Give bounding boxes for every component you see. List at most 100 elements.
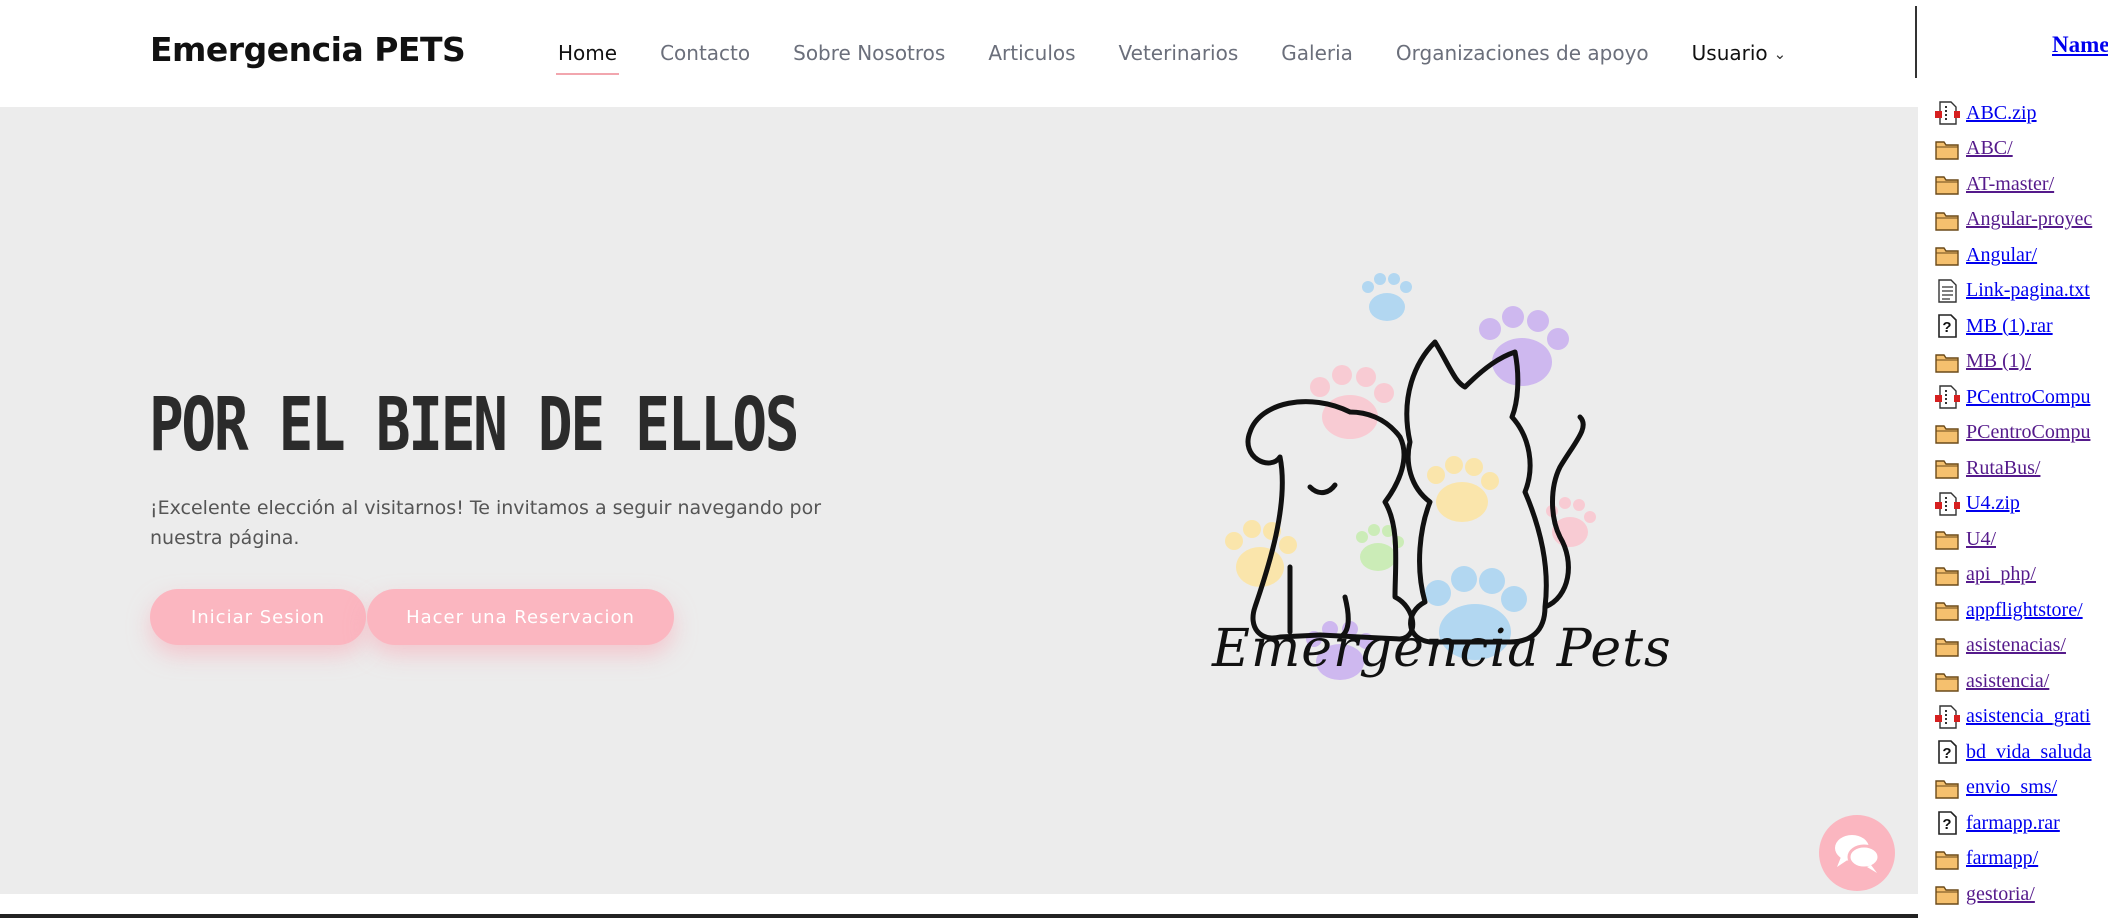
- file-list-item: Angular/: [1934, 240, 2037, 270]
- file-link[interactable]: ABC/: [1966, 137, 2013, 160]
- file-link[interactable]: PCentroCompu: [1966, 386, 2090, 409]
- file-link[interactable]: Angular-proyec: [1966, 208, 2092, 231]
- chat-bubbles-icon: [1835, 835, 1881, 873]
- file-link[interactable]: Link-pagina.txt: [1966, 279, 2090, 302]
- file-link[interactable]: PCentroCompu: [1966, 421, 2090, 444]
- folder-icon: [1934, 136, 1960, 162]
- nav-sobre-nosotros[interactable]: Sobre Nosotros: [793, 41, 945, 65]
- file-link[interactable]: MB (1).rar: [1966, 315, 2053, 338]
- folder-icon: [1934, 207, 1960, 233]
- file-list-item: farmapp/: [1934, 844, 2038, 874]
- folder-icon: [1934, 597, 1960, 623]
- text-file-icon: [1934, 278, 1960, 304]
- file-link[interactable]: RutaBus/: [1966, 457, 2040, 480]
- file-link[interactable]: Angular/: [1966, 244, 2037, 267]
- main-nav: Home Contacto Sobre Nosotros Articulos V…: [555, 38, 1829, 75]
- nav-veterinarios[interactable]: Veterinarios: [1119, 41, 1239, 65]
- file-link[interactable]: envio_sms/: [1966, 776, 2057, 799]
- svg-text:?: ?: [1942, 745, 1951, 762]
- file-link[interactable]: AT-master/: [1966, 173, 2054, 196]
- login-button[interactable]: Iniciar Sesion: [150, 589, 366, 645]
- folder-icon: [1934, 420, 1960, 446]
- file-list-item: MB (1)/: [1934, 347, 2031, 377]
- file-list-item: RutaBus/: [1934, 453, 2040, 483]
- file-link[interactable]: farmapp/: [1966, 847, 2038, 870]
- svg-text:?: ?: [1942, 319, 1951, 336]
- unknown-file-icon: ?: [1934, 313, 1960, 339]
- nav-articulos[interactable]: Articulos: [988, 41, 1075, 65]
- file-link[interactable]: U4/: [1966, 528, 1996, 551]
- brand-logo-text[interactable]: Emergencia PETS: [150, 30, 466, 69]
- nav-home[interactable]: Home: [555, 41, 620, 75]
- nav-contacto[interactable]: Contacto: [660, 41, 750, 65]
- nav-galeria[interactable]: Galeria: [1281, 41, 1353, 65]
- file-list-item: ABC/: [1934, 134, 2013, 164]
- compressed-file-icon: [1934, 384, 1960, 410]
- unknown-file-icon: ?: [1934, 810, 1960, 836]
- logo-wordmark: Emergencia Pets: [1212, 619, 1672, 679]
- folder-icon: [1934, 526, 1960, 552]
- file-link[interactable]: ABC.zip: [1966, 102, 2037, 125]
- compressed-file-icon: [1934, 100, 1960, 126]
- file-list-item: Link-pagina.txt: [1934, 276, 2090, 306]
- file-list-item: gestoria/: [1934, 879, 2035, 909]
- frame-divider: [1915, 6, 1917, 78]
- hero-title: POR EL BIEN DE ELLOS: [149, 382, 800, 468]
- file-link[interactable]: gestoria/: [1966, 883, 2035, 906]
- file-list-item: ABC.zip: [1934, 98, 2037, 128]
- folder-icon: [1934, 562, 1960, 588]
- folder-icon: [1934, 633, 1960, 659]
- nav-usuario-label: Usuario: [1691, 41, 1768, 65]
- chat-button[interactable]: [1819, 815, 1895, 891]
- compressed-file-icon: [1934, 704, 1960, 730]
- folder-icon: [1934, 881, 1960, 907]
- file-list-item: api_php/: [1934, 560, 2036, 590]
- paw-print-yellow-left-icon: [1225, 520, 1297, 587]
- file-list-item: asistenacias/: [1934, 631, 2066, 661]
- file-list-item: ? MB (1).rar: [1934, 311, 2053, 341]
- nav-organizaciones[interactable]: Organizaciones de apoyo: [1396, 41, 1649, 65]
- folder-icon: [1934, 668, 1960, 694]
- paw-print-blue-top-icon: [1362, 273, 1412, 321]
- folder-icon: [1934, 349, 1960, 375]
- file-link[interactable]: asistencia_grati: [1966, 705, 2090, 728]
- name-column-header[interactable]: Name: [2052, 32, 2108, 58]
- file-list-item: U4.zip: [1934, 489, 2020, 519]
- file-list-item: asistencia_grati: [1934, 702, 2090, 732]
- file-list-item: appflightstore/: [1934, 595, 2083, 625]
- chevron-down-icon: ⌄: [1773, 45, 1787, 63]
- directory-listing: Name ABC.zip ABC/AT-master/Angular-proyec…: [1918, 0, 2108, 918]
- reservation-button[interactable]: Hacer una Reservacion: [367, 589, 674, 645]
- svg-text:?: ?: [1942, 816, 1951, 833]
- dog-outline-icon: [1245, 399, 1416, 642]
- file-link[interactable]: asistencia/: [1966, 670, 2049, 693]
- paw-print-yellow-center-icon: [1427, 456, 1499, 522]
- folder-icon: [1934, 455, 1960, 481]
- file-list-item: asistencia/: [1934, 666, 2049, 696]
- file-list-item: PCentroCompu: [1934, 418, 2090, 448]
- paw-print-purple-top-icon: [1479, 306, 1569, 386]
- file-list-item: PCentroCompu: [1934, 382, 2090, 412]
- file-list-item: Angular-proyec: [1934, 205, 2092, 235]
- file-link[interactable]: U4.zip: [1966, 492, 2020, 515]
- file-link[interactable]: farmapp.rar: [1966, 812, 2060, 835]
- file-link[interactable]: api_php/: [1966, 563, 2036, 586]
- file-list-item: ? farmapp.rar: [1934, 808, 2060, 838]
- file-link[interactable]: appflightstore/: [1966, 599, 2083, 622]
- site-header: Emergencia PETS Home Contacto Sobre Noso…: [0, 0, 1918, 107]
- file-list-item: U4/: [1934, 524, 1996, 554]
- folder-icon: [1934, 171, 1960, 197]
- file-link[interactable]: MB (1)/: [1966, 350, 2031, 373]
- website-frame: Emergencia PETS Home Contacto Sobre Noso…: [0, 0, 1918, 918]
- page-bottom-border: [0, 914, 1918, 918]
- hero-section: POR EL BIEN DE ELLOS ¡Excelente elección…: [0, 107, 1918, 894]
- unknown-file-icon: ?: [1934, 739, 1960, 765]
- file-list-item: envio_sms/: [1934, 773, 2057, 803]
- nav-usuario-dropdown[interactable]: Usuario ⌄: [1692, 41, 1787, 65]
- file-link[interactable]: bd_vida_saluda: [1966, 741, 2092, 764]
- file-list-item: ? bd_vida_saluda: [1934, 737, 2092, 767]
- folder-icon: [1934, 846, 1960, 872]
- file-list-item: AT-master/: [1934, 169, 2054, 199]
- folder-icon: [1934, 242, 1960, 268]
- file-link[interactable]: asistenacias/: [1966, 634, 2066, 657]
